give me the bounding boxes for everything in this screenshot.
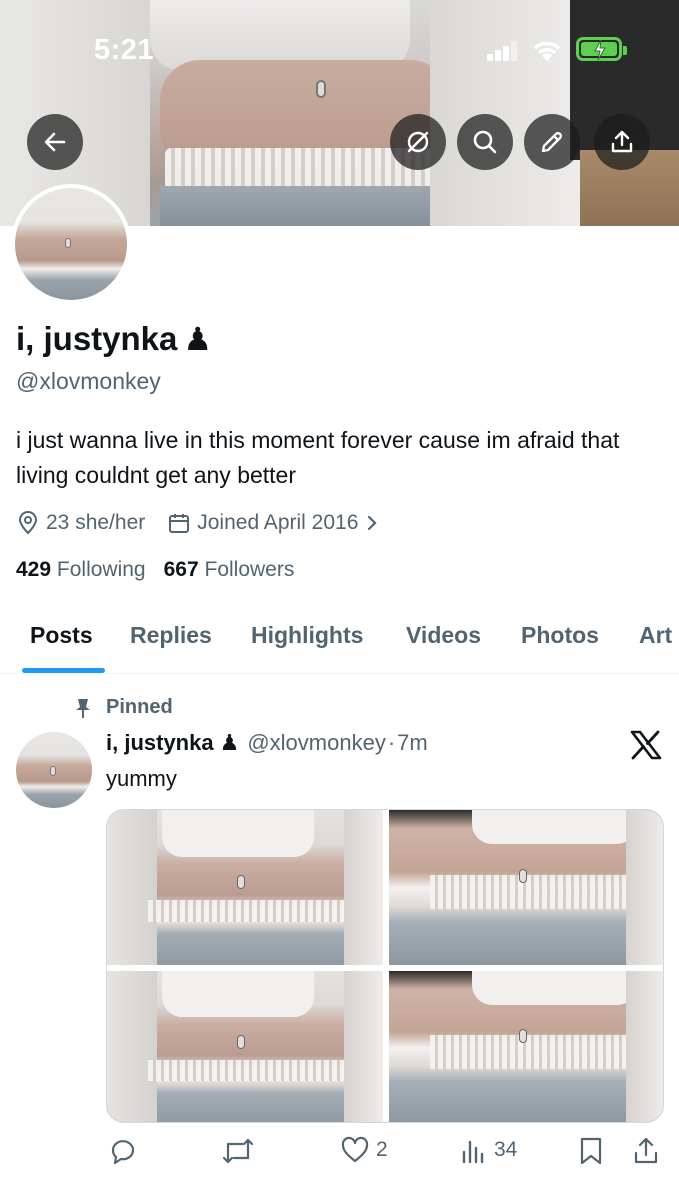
battery-icon: [576, 37, 627, 61]
like-count: 2: [376, 1138, 388, 1161]
post-photo-2[interactable]: [389, 810, 663, 965]
followers-link[interactable]: 667 Followers: [164, 558, 295, 582]
tab-posts[interactable]: Posts: [30, 622, 93, 649]
active-tab-indicator: [22, 668, 105, 673]
post-media-grid: [106, 809, 664, 1123]
post-photo-1[interactable]: [107, 810, 383, 965]
share-icon: [634, 1137, 658, 1164]
search-icon: [473, 130, 497, 154]
reply-button[interactable]: [108, 1136, 138, 1166]
x-logo-icon[interactable]: [630, 730, 662, 760]
post-time[interactable]: 7m: [397, 730, 428, 756]
bookmark-icon: [580, 1137, 602, 1165]
profile-avatar[interactable]: [11, 184, 131, 304]
profile-name: i, justynka ♟: [16, 320, 212, 358]
pinned-indicator: Pinned: [74, 696, 173, 719]
wifi-icon: [533, 41, 561, 61]
like-button[interactable]: 2: [340, 1136, 388, 1164]
profile-location: 23 she/her: [16, 511, 145, 535]
profile-name-text: i, justynka: [16, 320, 178, 357]
pencil-icon: [541, 132, 562, 153]
profile-joined[interactable]: Joined April 2016: [167, 511, 380, 535]
profile-handle: @xlovmonkey: [16, 368, 161, 394]
profile-meta: 23 she/her Joined April 2016: [16, 508, 402, 538]
profile-tabs: Posts Replies Highlights Videos Photos A…: [0, 600, 679, 674]
views-count: 34: [494, 1138, 518, 1161]
arrow-left-icon: [44, 132, 66, 152]
signal-icon: [487, 41, 517, 61]
heart-icon: [341, 1136, 369, 1163]
location-text: 23 she/her: [46, 511, 146, 534]
share-icon: [611, 130, 633, 153]
pinned-label: Pinned: [106, 696, 173, 718]
chess-pawn-emoji: ♟: [183, 320, 213, 358]
avatar-photo: [15, 188, 127, 300]
views-icon: [462, 1140, 484, 1164]
grok-button[interactable]: [390, 114, 446, 170]
reply-icon: [111, 1140, 135, 1165]
tab-replies[interactable]: Replies: [130, 622, 212, 649]
joined-text: Joined April 2016: [197, 511, 359, 534]
tab-articles[interactable]: Art: [639, 622, 672, 649]
chess-pawn-emoji: ♟: [219, 730, 240, 756]
repost-icon: [222, 1138, 254, 1164]
following-label: Following: [56, 558, 146, 581]
views-button[interactable]: 34: [460, 1136, 517, 1164]
followers-count: 667: [163, 558, 199, 581]
post-text: yummy: [106, 766, 177, 791]
post-author-name[interactable]: i, justynka: [106, 730, 214, 756]
post-separator: ·: [387, 730, 396, 755]
banner-photo-part: [160, 186, 470, 226]
location-pin-icon: [18, 511, 38, 535]
status-time: 5:21: [94, 34, 155, 66]
following-link[interactable]: 429 Following: [16, 558, 146, 582]
status-bar: 5:21: [0, 0, 679, 100]
post-header: i, justynka ♟ @xlovmonkey · 7m: [106, 730, 428, 756]
bookmark-button[interactable]: [578, 1136, 604, 1166]
search-button[interactable]: [457, 114, 513, 170]
calendar-icon: [169, 514, 190, 533]
post-photo-4[interactable]: [389, 971, 663, 1122]
grok-icon: [407, 131, 429, 153]
edit-button[interactable]: [524, 114, 580, 170]
post-photo-3[interactable]: [107, 971, 383, 1122]
followers-label: Followers: [204, 558, 295, 581]
tab-photos[interactable]: Photos: [521, 622, 599, 649]
profile-bio: i just wanna live in this moment forever…: [16, 427, 620, 488]
share-profile-button[interactable]: [594, 114, 650, 170]
tab-videos[interactable]: Videos: [406, 622, 481, 649]
follow-stats: 429 Following 667 Followers: [16, 558, 294, 582]
following-count: 429: [16, 558, 52, 581]
repost-button[interactable]: [220, 1136, 256, 1166]
back-button[interactable]: [27, 114, 83, 170]
tab-highlights[interactable]: Highlights: [251, 622, 363, 649]
pin-icon: [76, 698, 90, 718]
chevron-right-icon: [368, 515, 377, 531]
post-author-handle[interactable]: @xlovmonkey: [247, 730, 386, 756]
share-post-button[interactable]: [632, 1136, 660, 1166]
post-action-bar: 2 34: [106, 1136, 664, 1172]
post-author-avatar[interactable]: [16, 732, 92, 808]
